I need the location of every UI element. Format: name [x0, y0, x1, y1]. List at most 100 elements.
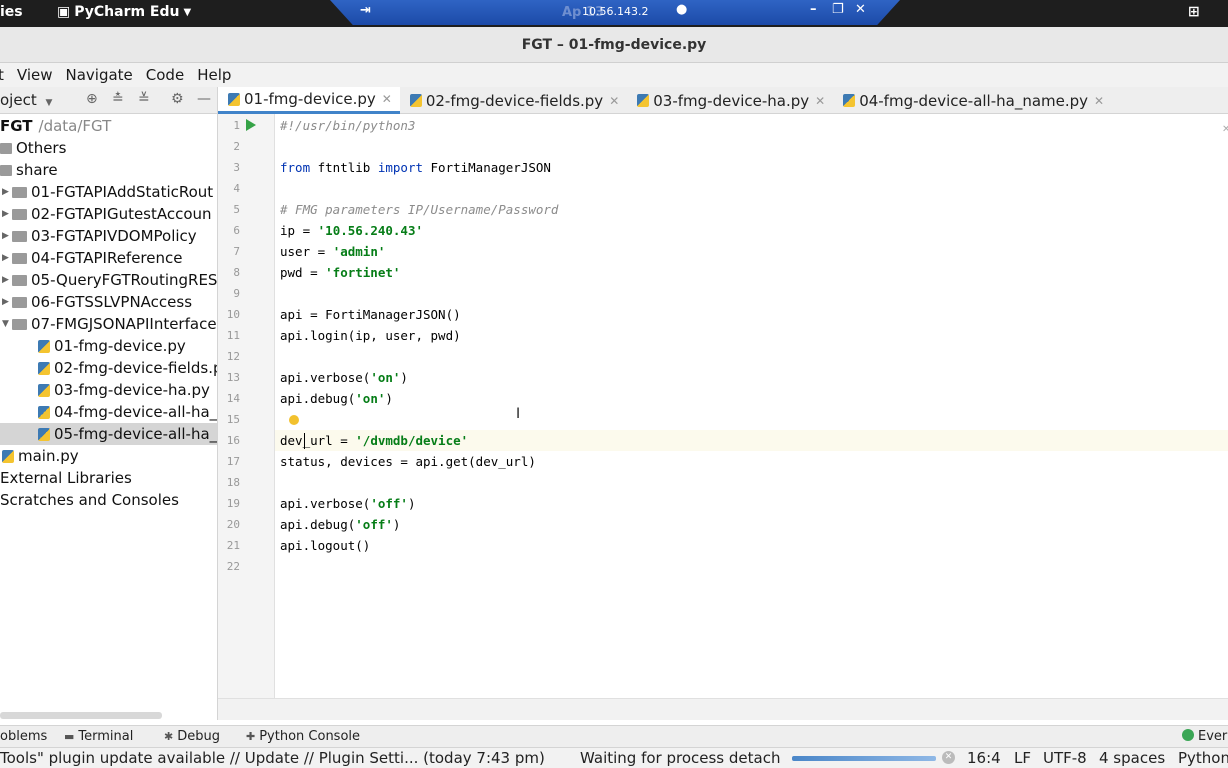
- caret-position[interactable]: 16:4: [967, 749, 1001, 767]
- tree-item-others[interactable]: Others: [0, 137, 66, 159]
- pin-icon[interactable]: ⇥: [360, 3, 371, 18]
- chevron-right-icon[interactable]: ▶: [2, 203, 12, 225]
- file-encoding[interactable]: UTF-8: [1043, 749, 1087, 767]
- menu-code[interactable]: Code: [146, 63, 184, 87]
- tree-horizontal-scrollbar[interactable]: [0, 712, 162, 719]
- tab-01-fmg-device[interactable]: 01-fmg-device.py ✕: [218, 87, 400, 114]
- tree-file-4[interactable]: 04-fmg-device-all-ha_: [38, 401, 217, 423]
- gear-icon[interactable]: ⚙: [171, 91, 184, 107]
- app-menu[interactable]: ▣ PyCharm Edu ▼: [57, 4, 191, 20]
- folder-icon: [12, 274, 27, 286]
- string-literal: 'off': [355, 517, 393, 532]
- remote-session-bar: ⇥ Ap 13 10.56.143.2 ● – ❐ ✕: [330, 0, 900, 25]
- tool-tab-event-log[interactable]: Ever: [1198, 729, 1227, 744]
- project-toolbar: oject ▼ ⊕ ≛ ≚ ⚙ —: [0, 87, 218, 114]
- code-text: api = FortiManagerJSON(): [280, 307, 461, 322]
- tab-02-fmg-device-fields[interactable]: 02-fmg-device-fields.py ✕: [400, 87, 627, 114]
- line-number: 10: [226, 308, 240, 321]
- code-line-13: api.verbose('on'): [280, 367, 408, 388]
- status-dot-icon: ●: [676, 2, 688, 17]
- tool-tab-python-console[interactable]: ✚ Python Console: [246, 729, 360, 744]
- code-text: api.debug(: [280, 517, 356, 532]
- tree-file-5[interactable]: 05-fmg-device-all-ha_: [0, 423, 218, 445]
- chevron-down-icon[interactable]: ▼: [2, 313, 12, 335]
- expand-all-icon[interactable]: ≛: [112, 91, 124, 107]
- code-text: ): [407, 496, 416, 511]
- python-file-icon: [38, 405, 50, 419]
- chevron-down-icon: ▼: [45, 98, 53, 108]
- close-tab-icon[interactable]: ✕: [815, 94, 825, 108]
- tab-04-fmg-device-all-ha-name[interactable]: 04-fmg-device-all-ha_name.py ✕: [833, 87, 1112, 114]
- restore-icon[interactable]: ❐: [832, 2, 844, 17]
- menu-view[interactable]: View: [17, 63, 53, 87]
- tree-file-3[interactable]: 03-fmg-device-ha.py: [38, 379, 210, 401]
- tool-tab-problems[interactable]: oblems: [0, 729, 47, 744]
- close-icon[interactable]: ✕: [855, 2, 866, 17]
- code-text: user =: [280, 244, 333, 259]
- python-file-icon: [38, 339, 50, 353]
- tool-tab-terminal[interactable]: ▬ Terminal: [64, 729, 133, 744]
- run-gutter-icon[interactable]: [246, 119, 256, 131]
- tree-item-label: share: [16, 161, 58, 179]
- close-icon[interactable]: ✕: [1222, 124, 1228, 135]
- tool-tab-debug[interactable]: ✱ Debug: [164, 729, 220, 744]
- event-log-icon[interactable]: [1182, 729, 1194, 741]
- tree-folder-3[interactable]: ▶ 03-FGTAPIVDOMPolicy: [2, 225, 197, 247]
- tree-folder-5[interactable]: ▶ 05-QueryFGTRoutingRES: [2, 269, 217, 291]
- folder-icon: [12, 208, 27, 220]
- project-view-selector[interactable]: oject ▼: [0, 91, 52, 109]
- minimize-icon[interactable]: –: [810, 2, 817, 17]
- line-number: 12: [226, 350, 240, 363]
- menu-navigate[interactable]: Navigate: [66, 63, 133, 87]
- tree-root[interactable]: FGT /data/FGT: [0, 115, 111, 137]
- activities-label[interactable]: ies: [0, 4, 23, 20]
- string-literal: 'on': [355, 391, 386, 406]
- cancel-process-icon[interactable]: ✕: [942, 751, 955, 764]
- app-name: PyCharm Edu: [74, 4, 180, 20]
- code-line-14: api.debug('on'): [280, 388, 393, 409]
- tree-item-share[interactable]: share: [0, 159, 58, 181]
- status-message[interactable]: Tools" plugin update available // Update…: [0, 749, 545, 767]
- python-interpreter[interactable]: Python: [1178, 749, 1228, 767]
- tree-folder-7[interactable]: ▼ 07-FMGJSONAPIInterface: [2, 313, 217, 335]
- chevron-right-icon[interactable]: ▶: [2, 291, 12, 313]
- tree-item-label: main.py: [18, 447, 79, 465]
- chevron-right-icon[interactable]: ▶: [2, 269, 12, 291]
- hide-panel-icon[interactable]: —: [197, 91, 211, 107]
- tree-item-label: 04-FGTAPIReference: [31, 249, 183, 267]
- module-name: ftntlib: [310, 160, 378, 175]
- chevron-right-icon[interactable]: ▶: [2, 181, 12, 203]
- chevron-right-icon[interactable]: ▶: [2, 225, 12, 247]
- tree-file-main[interactable]: main.py: [2, 445, 79, 467]
- tree-folder-4[interactable]: ▶ 04-FGTAPIReference: [2, 247, 182, 269]
- collapse-all-icon[interactable]: ≚: [138, 91, 150, 107]
- network-icon[interactable]: ⊞: [1188, 4, 1200, 20]
- string-literal: 'on': [370, 370, 401, 385]
- tree-item-label: 05-fmg-device-all-ha_: [54, 425, 218, 443]
- close-tab-icon[interactable]: ✕: [1094, 94, 1104, 108]
- tree-folder-2[interactable]: ▶ 02-FGTAPIGutestAccoun: [2, 203, 212, 225]
- chevron-right-icon[interactable]: ▶: [2, 247, 12, 269]
- indent-setting[interactable]: 4 spaces: [1099, 749, 1165, 767]
- line-number: 4: [233, 182, 240, 195]
- tool-tab-label: Debug: [177, 729, 220, 744]
- project-tree: FGT /data/FGT Others share ▶ 01-FGTAPIAd…: [0, 114, 218, 720]
- line-separator[interactable]: LF: [1014, 749, 1031, 767]
- tab-03-fmg-device-ha[interactable]: 03-fmg-device-ha.py ✕: [627, 87, 833, 114]
- tree-file-1[interactable]: 01-fmg-device.py: [38, 335, 186, 357]
- tree-file-2[interactable]: 02-fmg-device-fields.p: [38, 357, 217, 379]
- tree-external-libraries[interactable]: External Libraries: [0, 467, 132, 489]
- comment: #!/usr/bin/python3: [280, 118, 416, 133]
- lightbulb-icon[interactable]: [289, 415, 299, 425]
- line-number: 7: [233, 245, 240, 258]
- tree-folder-6[interactable]: ▶ 06-FGTSSLVPNAccess: [2, 291, 192, 313]
- menu-help[interactable]: Help: [197, 63, 231, 87]
- tree-folder-1[interactable]: ▶ 01-FGTAPIAddStaticRout: [2, 181, 213, 203]
- tree-item-label: External Libraries: [0, 469, 132, 487]
- ibeam-cursor-icon: Ι: [516, 406, 521, 422]
- tree-scratches[interactable]: Scratches and Consoles: [0, 489, 179, 511]
- locate-icon[interactable]: ⊕: [86, 91, 98, 107]
- menu-edit[interactable]: t: [0, 63, 4, 87]
- close-tab-icon[interactable]: ✕: [609, 94, 619, 108]
- close-tab-icon[interactable]: ✕: [382, 92, 392, 106]
